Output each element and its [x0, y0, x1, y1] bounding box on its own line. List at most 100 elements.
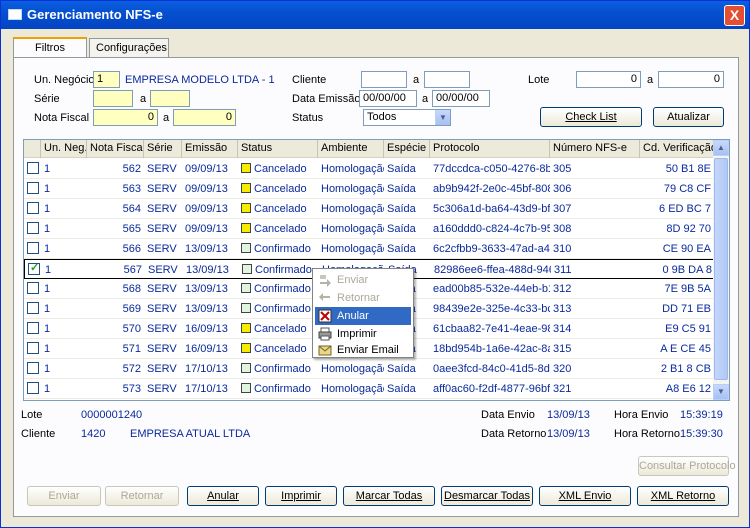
- row-checkbox[interactable]: [27, 162, 39, 174]
- table-row[interactable]: 1 573 SERV 17/10/13 Confirmado Homologação Saí…: [24, 379, 714, 399]
- row-checkbox[interactable]: [27, 362, 39, 374]
- col-header[interactable]: Status: [238, 140, 318, 158]
- checkbox-column-header: [24, 140, 41, 158]
- cell-text: 569: [122, 303, 141, 315]
- scroll-down-icon[interactable]: ▼: [713, 384, 729, 400]
- xml-retorno-button[interactable]: XML Retorno: [637, 486, 729, 506]
- tab-configuracoes[interactable]: Configurações: [89, 38, 169, 58]
- cell-numero: 313: [550, 299, 640, 319]
- cell-un: 1: [41, 279, 87, 299]
- cell-cd: 2 B1 8 CB: [640, 359, 714, 379]
- chevron-down-icon[interactable]: ▼: [435, 110, 450, 125]
- row-checkbox[interactable]: [27, 382, 39, 394]
- table-row[interactable]: 1 562 SERV 09/09/13 Cancelado Homologação Saíd…: [24, 159, 714, 179]
- cell-protocolo: ab9b942f-2e0c-45bf-8087: [430, 179, 550, 199]
- table-row[interactable]: 1 565 SERV 09/09/13 Cancelado Homologação Saíd…: [24, 219, 714, 239]
- cell-text: 1: [44, 383, 51, 395]
- cell-text: 17/10/13: [185, 383, 228, 395]
- row-checkbox[interactable]: [28, 261, 40, 275]
- menu-item-enviar[interactable]: Enviar: [315, 271, 411, 289]
- cliente-to-input[interactable]: [424, 71, 470, 88]
- vertical-scrollbar[interactable]: ▲ ▼: [713, 140, 729, 400]
- cell-emissao: 13/09/13: [182, 239, 238, 259]
- check-list-button[interactable]: Check List: [540, 107, 642, 127]
- row-checkbox[interactable]: [27, 222, 39, 234]
- col-header[interactable]: Protocolo: [430, 140, 550, 158]
- cell-text: Saída: [387, 163, 416, 175]
- row-checkbox[interactable]: [27, 182, 39, 194]
- col-header[interactable]: Ambiente: [318, 140, 384, 158]
- lote-from-input[interactable]: 0: [576, 71, 641, 88]
- nota-sep: a: [163, 112, 170, 124]
- lote-sep: a: [647, 74, 654, 86]
- close-button[interactable]: X: [724, 5, 745, 26]
- emissao-to-input[interactable]: 00/00/00: [432, 90, 490, 107]
- nota-from-input[interactable]: 0: [93, 109, 158, 126]
- serie-to-input[interactable]: [150, 90, 190, 107]
- cell-text: SERV: [147, 203, 177, 215]
- row-checkbox[interactable]: [27, 282, 39, 294]
- anular-button[interactable]: Anular: [187, 486, 259, 506]
- menu-item-anular[interactable]: Anular: [315, 307, 411, 325]
- cell-text: CE 90 EA: [662, 243, 711, 255]
- cell-text: Homologação: [321, 223, 384, 235]
- tab-filtros[interactable]: Filtros: [13, 37, 87, 58]
- col-header[interactable]: Nota Fiscal: [87, 140, 144, 158]
- cell-status: Confirmado: [238, 239, 318, 259]
- un-negocio-input[interactable]: 1: [93, 71, 120, 88]
- scroll-thumb[interactable]: [714, 158, 728, 380]
- status-select[interactable]: Todos ▼: [363, 109, 451, 126]
- detail-cliente-name: EMPRESA ATUAL LTDA: [130, 428, 251, 440]
- cell-nota: 567: [88, 260, 145, 280]
- cell-text: A8 E6 12: [665, 383, 711, 395]
- col-header[interactable]: Número NFS-e: [550, 140, 640, 158]
- cell-emissao: 09/09/13: [182, 179, 238, 199]
- col-header[interactable]: Série: [144, 140, 182, 158]
- lote-to-input[interactable]: 0: [658, 71, 724, 88]
- cell-emissao: 13/09/13: [182, 299, 238, 319]
- cell-text: 0 9B DA 8: [662, 264, 712, 276]
- emissao-from-input[interactable]: 00/00/00: [359, 90, 417, 107]
- col-header[interactable]: Espécie: [384, 140, 430, 158]
- cell-cd: A8 E6 12: [640, 379, 714, 399]
- serie-from-input[interactable]: [93, 90, 133, 107]
- row-checkbox[interactable]: [27, 242, 39, 254]
- cell-text: SERV: [147, 303, 177, 315]
- col-header[interactable]: Un. Neg.: [41, 140, 87, 158]
- row-checkbox[interactable]: [27, 202, 39, 214]
- xml-envio-button[interactable]: XML Envio: [539, 486, 631, 506]
- table-row[interactable]: 1 564 SERV 09/09/13 Cancelado Homologação Saíd…: [24, 199, 714, 219]
- col-header[interactable]: Emissão: [182, 140, 238, 158]
- marcar-todas-button[interactable]: Marcar Todas: [343, 486, 435, 506]
- row-checkbox[interactable]: [27, 322, 39, 334]
- consultar-protocolo-button[interactable]: Consultar Protocolo: [638, 456, 736, 476]
- atualizar-button[interactable]: Atualizar: [653, 107, 724, 127]
- cell-text: Saída: [387, 223, 416, 235]
- title-bar[interactable]: Gerenciamento NFS-e X: [1, 1, 749, 29]
- table-row[interactable]: 1 572 SERV 17/10/13 Confirmado Homologação Saí…: [24, 359, 714, 379]
- enviar-button[interactable]: Enviar: [27, 486, 101, 506]
- cell-text: 13/09/13: [185, 303, 228, 315]
- table-row[interactable]: 1 563 SERV 09/09/13 Cancelado Homologação Saíd…: [24, 179, 714, 199]
- desmarcar-todas-button[interactable]: Desmarcar Todas: [441, 486, 533, 506]
- cell-emissao: 16/09/13: [182, 319, 238, 339]
- row-checkbox[interactable]: [27, 342, 39, 354]
- cell-text: 1: [44, 323, 51, 335]
- cliente-from-input[interactable]: [361, 71, 407, 88]
- scroll-up-icon[interactable]: ▲: [713, 140, 729, 156]
- col-header[interactable]: Cd. Verificação: [640, 140, 714, 158]
- row-checkbox[interactable]: [27, 302, 39, 314]
- table-row[interactable]: 1 566 SERV 13/09/13 Confirmado Homologação Saí…: [24, 239, 714, 259]
- cell-un: 1: [41, 159, 87, 179]
- nota-to-input[interactable]: 0: [173, 109, 236, 126]
- cell-text: 79 C8 CF: [663, 183, 711, 195]
- hora-retorno-label: Hora Retorno: [614, 428, 681, 440]
- menu-item-retornar[interactable]: Retornar: [315, 289, 411, 307]
- cell-emissao: 17/10/13: [182, 379, 238, 399]
- cell-text: 6 ED BC 7: [659, 203, 711, 215]
- retornar-button[interactable]: Retornar: [105, 486, 179, 506]
- cell-text: 1: [44, 203, 51, 215]
- cell-especie: Saída: [384, 199, 430, 219]
- imprimir-button[interactable]: Imprimir: [265, 486, 337, 506]
- menu-item-enviar-email[interactable]: Enviar Email: [315, 341, 411, 359]
